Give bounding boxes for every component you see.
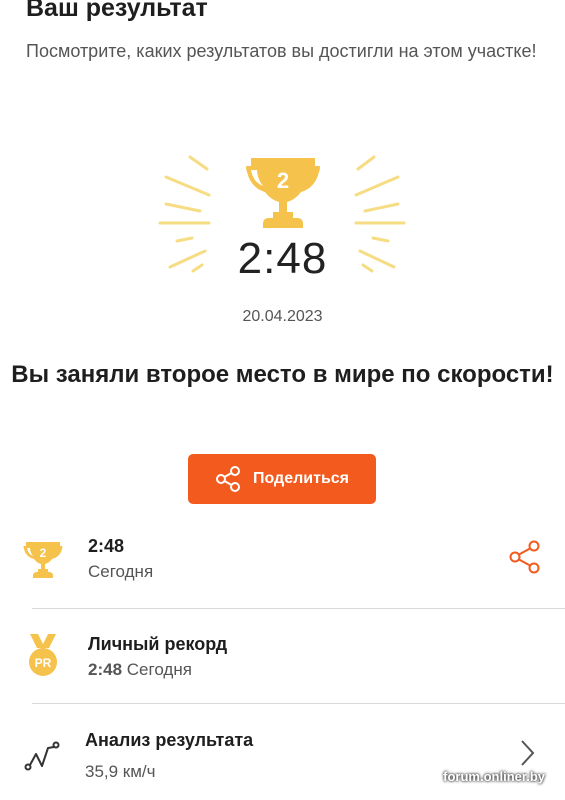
pr-badge-text: PR	[35, 656, 52, 670]
achievement-headline: Вы заняли второе место в мире по скорост…	[11, 361, 554, 388]
watermark: forum.onliner.by	[443, 769, 545, 784]
result-row-title: Анализ результата	[85, 730, 254, 750]
share-icon	[215, 466, 240, 492]
result-row-subtitle: 2:48 Сегодня	[88, 660, 192, 680]
record-value: 2:48	[88, 660, 123, 679]
page-subtitle: Посмотрите, каких результатов вы достигл…	[26, 41, 537, 61]
share-button-label: Поделиться	[252, 470, 350, 487]
result-row-title: Личный рекорд	[88, 634, 228, 654]
chevron-right-icon[interactable]	[518, 738, 538, 768]
result-row-subtitle: Сегодня	[88, 562, 154, 581]
divider	[32, 703, 565, 704]
result-row-time[interactable]: 2 2:48 Сегодня	[0, 528, 565, 618]
result-row-personal-record[interactable]: PR Личный рекорд 2:48 Сегодня	[0, 624, 565, 714]
trophy-icon: 2	[23, 542, 63, 578]
trophy-place-number: 2	[40, 546, 47, 560]
result-time: 2:48	[237, 234, 328, 283]
record-date: Сегодня	[126, 660, 192, 679]
pr-medal-icon: PR	[29, 634, 57, 676]
result-row-analysis[interactable]: Анализ результата 35,9 км/ч	[0, 718, 565, 800]
trophy-icon: 2	[246, 158, 320, 228]
result-row-subtitle: 35,9 км/ч	[85, 762, 156, 781]
share-button[interactable]: Поделиться	[188, 454, 376, 504]
trophy-place-number: 2	[277, 168, 289, 193]
analysis-graph-icon	[24, 741, 60, 771]
divider	[32, 608, 565, 609]
result-row-title: 2:48	[88, 536, 125, 556]
share-icon[interactable]	[508, 540, 542, 574]
result-hero: 2 2:48 20.04.2023	[0, 140, 565, 340]
result-date: 20.04.2023	[242, 308, 323, 325]
page-title: Ваш результат	[26, 0, 208, 22]
